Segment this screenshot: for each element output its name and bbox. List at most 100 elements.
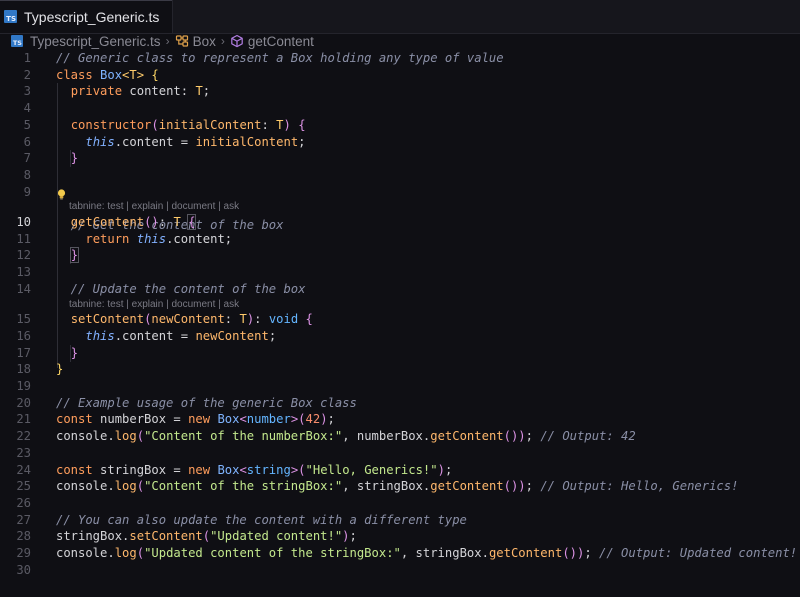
- code-text: // You can also update the content with …: [56, 512, 467, 527]
- code-line: 22 console.log("Content of the numberBox:…: [0, 428, 800, 445]
- line-number: 27: [16, 512, 31, 527]
- lightbulb-icon[interactable]: [57, 188, 66, 200]
- code-text: console.log("Updated content of the stri…: [56, 546, 798, 561]
- code-text: const numberBox = new Box<number>(42);: [56, 412, 335, 427]
- code-line: 19: [0, 378, 800, 395]
- code-line: 9 // Get the content of the box: [0, 184, 800, 232]
- code-line: 6 this.content = initialContent;: [0, 134, 800, 151]
- chevron-right-icon: ›: [220, 34, 225, 48]
- code-line: 12 }: [0, 247, 800, 264]
- code-line: 4: [0, 100, 800, 117]
- code-line: 15 setContent(newContent: T): void {: [0, 311, 800, 328]
- method-cube-icon: [230, 34, 244, 48]
- breadcrumb-method[interactable]: getContent: [248, 34, 314, 49]
- codelens-row: tabnine: test | explain | document | ask: [0, 298, 800, 312]
- line-number: 21: [16, 412, 31, 427]
- line-number: 23: [16, 445, 31, 460]
- breadcrumb-file[interactable]: Typescript_Generic.ts: [30, 34, 161, 49]
- tab-label: Typescript_Generic.ts: [24, 8, 160, 25]
- code-text: getContent(): T {: [70, 213, 197, 230]
- line-number: 1: [23, 51, 31, 65]
- code-line: 21 const numberBox = new Box<number>(42);: [0, 411, 800, 428]
- code-line: 5 constructor(initialContent: T) {: [0, 117, 800, 134]
- code-text: console.log("Content of the stringBox:",…: [56, 479, 739, 494]
- line-number: 17: [16, 345, 31, 360]
- line-number: 15: [16, 312, 31, 327]
- breadcrumb: TS Typescript_Generic.ts › Box › getCont…: [0, 33, 800, 49]
- code-text: }: [56, 362, 64, 377]
- code-line: 7 }: [0, 150, 800, 167]
- code-line: 20 // Example usage of the generic Box cl…: [0, 395, 800, 412]
- code-line: 27 // You can also update the content wit…: [0, 512, 800, 529]
- code-line: 23: [0, 445, 800, 462]
- code-editor[interactable]: 1 // Generic class to represent a Box hol…: [0, 50, 800, 579]
- code-line: 16 this.content = newContent;: [0, 328, 800, 345]
- code-text: }: [70, 151, 79, 166]
- code-line: 3 private content: T;: [0, 83, 800, 100]
- code-text: // Generic class to represent a Box hold…: [56, 51, 504, 65]
- code-text: setContent(newContent: T): void {: [70, 312, 313, 327]
- code-text: this.content = initialContent;: [85, 134, 306, 149]
- editor-tab[interactable]: TS Typescript_Generic.ts: [0, 0, 173, 33]
- line-number: 18: [16, 362, 31, 377]
- line-number: 22: [16, 429, 31, 444]
- code-text: private content: T;: [70, 84, 211, 99]
- typescript-file-icon: TS: [11, 35, 23, 47]
- code-line-active: 10 getContent(): T {: [0, 213, 800, 231]
- line-number: 2: [23, 67, 31, 82]
- code-text: // Update the content of the box: [56, 281, 306, 296]
- code-line: 2 class Box<T> {: [0, 67, 800, 84]
- line-number: 4: [23, 101, 31, 116]
- code-line: 24 const stringBox = new Box<string>("Hel…: [0, 462, 800, 479]
- code-line: 1 // Generic class to represent a Box hol…: [0, 50, 800, 67]
- class-symbol-icon: [175, 34, 189, 48]
- chevron-right-icon: ›: [165, 34, 170, 48]
- code-line: 18}: [0, 361, 800, 378]
- code-line: 29 console.log("Updated content of the st…: [0, 545, 800, 562]
- code-line: 25 console.log("Content of the stringBox:…: [0, 478, 800, 495]
- line-number: 28: [16, 529, 31, 544]
- tabnine-codelens[interactable]: tabnine: test | explain | document | ask: [69, 298, 239, 312]
- code-line: 14 // Update the content of the box: [0, 281, 800, 298]
- line-number: 19: [16, 378, 31, 393]
- line-number: 10: [16, 214, 31, 229]
- line-number: 26: [16, 495, 31, 510]
- tab-bar: TS Typescript_Generic.ts: [0, 0, 800, 34]
- code-line: 13: [0, 264, 800, 281]
- line-number: 14: [16, 281, 31, 296]
- code-text: class Box<T> {: [56, 67, 159, 82]
- code-text: // Example usage of the generic Box clas…: [56, 395, 357, 410]
- line-number: 5: [23, 117, 31, 132]
- codelens-row: tabnine: test | explain | document | ask: [0, 200, 800, 214]
- code-line: 30: [0, 562, 800, 579]
- line-number: 9: [23, 184, 31, 199]
- line-number: 6: [23, 134, 31, 149]
- code-text: this.content = newContent;: [85, 328, 277, 343]
- code-line: 26: [0, 495, 800, 512]
- typescript-file-icon: TS: [4, 10, 17, 23]
- line-number: 16: [16, 328, 31, 343]
- code-line: 28 stringBox.setContent("Updated content!…: [0, 528, 800, 545]
- code-text: const stringBox = new Box<string>("Hello…: [56, 462, 453, 477]
- line-number: 20: [16, 395, 31, 410]
- line-number: 12: [16, 248, 31, 263]
- line-number: 24: [16, 462, 31, 477]
- code-text: console.log("Content of the numberBox:",…: [56, 429, 636, 444]
- tabnine-codelens[interactable]: tabnine: test | explain | document | ask: [69, 200, 239, 214]
- code-text: return this.content;: [85, 231, 233, 246]
- code-line: 8: [0, 167, 800, 184]
- line-number: 7: [23, 151, 31, 166]
- code-line: 11 return this.content;: [0, 231, 800, 248]
- line-number: 8: [23, 168, 31, 183]
- tab-top-border: [0, 0, 172, 1]
- code-text: stringBox.setContent("Updated content!")…: [56, 529, 357, 544]
- line-number: 29: [16, 546, 31, 561]
- code-line: 17 }: [0, 345, 800, 362]
- line-number: 3: [23, 84, 31, 99]
- code-text: }: [69, 247, 80, 264]
- line-number: 25: [16, 479, 31, 494]
- code-text: constructor(initialContent: T) {: [70, 117, 306, 132]
- line-number: 13: [16, 265, 31, 280]
- code-text: }: [70, 345, 79, 360]
- breadcrumb-class[interactable]: Box: [193, 34, 216, 49]
